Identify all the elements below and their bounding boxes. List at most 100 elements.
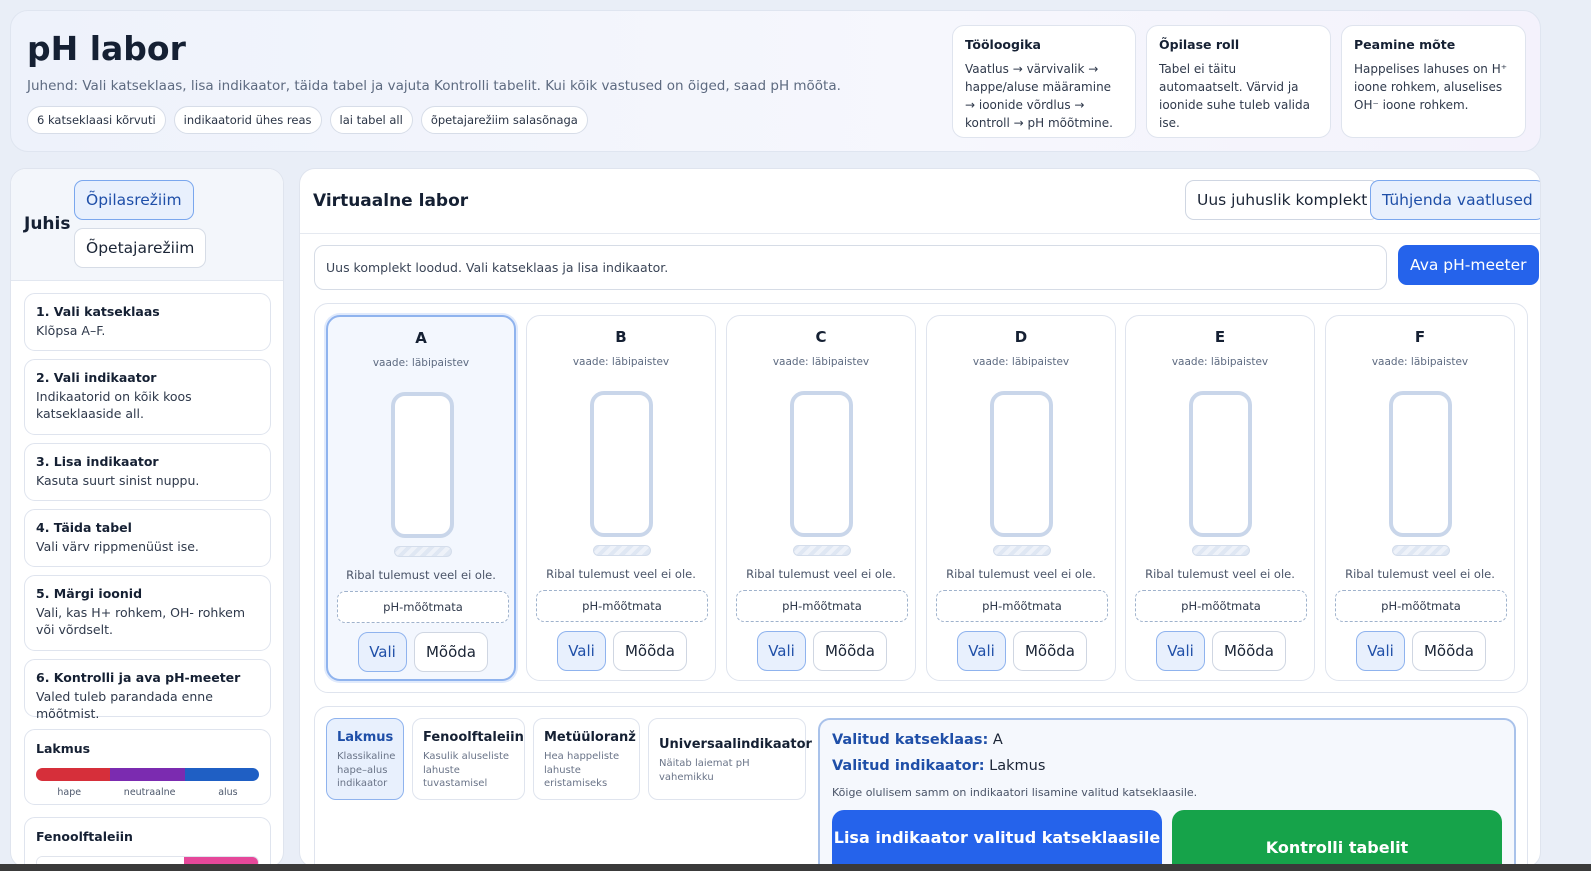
phenolphthalein-scale-card: Fenoolftaleiin <box>24 817 271 867</box>
chip: 6 katseklaasi kõrvuti <box>27 106 166 134</box>
scale-title: Lakmus <box>36 741 91 756</box>
measure-button[interactable]: Mõõda <box>813 631 887 671</box>
measure-button[interactable]: Mõõda <box>1212 631 1286 671</box>
teacher-mode-button[interactable]: Õpetajarežiim <box>74 228 207 268</box>
info-card-body: Happelises lahuses on H⁺ ioone rohkem, a… <box>1354 62 1508 112</box>
instructions-text: Juhend: Vali katseklaas, lisa indikaator… <box>27 78 841 94</box>
lab-title: Virtuaalne labor <box>313 191 469 211</box>
info-card-title: Õpilase roll <box>1159 37 1240 52</box>
selected-indicator-label: Valitud indikaator: <box>832 758 985 774</box>
test-tube-icon <box>990 391 1053 537</box>
strip-note: Ribal tulemust veel ei ole. <box>1345 567 1495 581</box>
ph-readout: pH-mõõtmata <box>936 590 1108 622</box>
step-card: 4. Täida tabel Vali värv rippmenüüst ise… <box>24 509 271 567</box>
tube-letter: B <box>615 328 627 346</box>
selected-indicator-line: Valitud indikaator: Lakmus <box>832 758 1045 774</box>
test-tube-card-a[interactable]: A vaade: läbipaistev Ribal tulemust veel… <box>326 315 516 681</box>
chip: lai tabel all <box>329 106 413 134</box>
indicator-name: Fenoolftaleiin <box>423 730 524 745</box>
tube-letter: C <box>815 328 827 346</box>
chip: õpetajarežiim salasõnaga <box>420 106 588 134</box>
indicator-option-litmus[interactable]: Lakmus Klassikaline hape–alus indikaator <box>326 718 404 800</box>
measure-button[interactable]: Mõõda <box>414 632 488 672</box>
test-tube-card-d[interactable]: D vaade: läbipaistev Ribal tulemust veel… <box>926 315 1116 681</box>
select-tube-button[interactable]: Vali <box>358 632 407 672</box>
step-body: Klõpsa A–F. <box>36 323 106 338</box>
test-tube-icon <box>391 392 454 538</box>
select-tube-button[interactable]: Vali <box>757 631 806 671</box>
strip-note: Ribal tulemust veel ei ole. <box>546 567 696 581</box>
neutral-color <box>110 768 185 781</box>
indicator-strip <box>1392 545 1450 556</box>
tube-letter: F <box>1414 328 1426 346</box>
step-title: 5. Märgi ioonid <box>36 586 143 601</box>
strip-note: Ribal tulemust veel ei ole. <box>346 568 496 582</box>
measure-button[interactable]: Mõõda <box>1013 631 1087 671</box>
indicator-strip <box>793 545 851 556</box>
indicator-desc: Näitab laiemat pH vahemikku <box>659 758 750 783</box>
strip-note: Ribal tulemust veel ei ole. <box>946 567 1096 581</box>
page-title: pH labor <box>27 29 186 68</box>
measure-button[interactable]: Mõõda <box>1412 631 1486 671</box>
scale-labels: hape neutraalne alus <box>36 787 259 798</box>
indicator-strip <box>394 546 452 557</box>
tube-letter: A <box>415 329 427 347</box>
app-header: pH labor Juhend: Vali katseklaas, lisa i… <box>10 10 1541 152</box>
tube-view: vaade: läbipaistev <box>1171 356 1269 368</box>
clear-observations-button[interactable]: Tühjenda vaatlused <box>1370 180 1540 220</box>
step-body: Indikaatorid on kõik koos katseklaaside … <box>36 389 192 421</box>
step-body: Kasuta suurt sinist nuppu. <box>36 473 200 488</box>
info-card-main-idea: Peamine mõte Happelises lahuses on H⁺ io… <box>1341 25 1526 138</box>
tube-letter: E <box>1214 328 1226 346</box>
select-tube-button[interactable]: Vali <box>957 631 1006 671</box>
step-card: 2. Vali indikaator Indikaatorid on kõik … <box>24 359 271 435</box>
indicator-option-phenolphthalein[interactable]: Fenoolftaleiin Kasulik aluseliste lahust… <box>412 718 525 800</box>
step-title: 4. Täida tabel <box>36 520 132 535</box>
scale-label-acid: hape <box>57 787 82 798</box>
tube-letter: D <box>1014 328 1028 346</box>
select-tube-button[interactable]: Vali <box>1356 631 1405 671</box>
info-card-body: Tabel ei täitu automaatselt. Värvid ja i… <box>1159 62 1310 130</box>
ph-readout: pH-mõõtmata <box>1335 590 1507 622</box>
student-mode-button[interactable]: Õpilasrežiim <box>74 180 194 220</box>
indicator-name: Metüüloranž <box>544 730 636 745</box>
strip-note: Ribal tulemust veel ei ole. <box>746 567 896 581</box>
indicator-desc: Klassikaline hape–alus indikaator <box>337 751 396 789</box>
step-body: Vali, kas H+ rohkem, OH- rohkem või võrd… <box>36 605 246 637</box>
acid-color <box>36 768 111 781</box>
indicator-desc: Hea happeliste lahuste eristamiseks <box>544 751 620 789</box>
open-ph-meter-button[interactable]: Ava pH-meeter <box>1398 245 1539 285</box>
step-title: 3. Lisa indikaator <box>36 454 159 469</box>
measure-button[interactable]: Mõõda <box>613 631 687 671</box>
info-card-title: Peamine mõte <box>1354 37 1456 52</box>
indicator-option-universal[interactable]: Universaalindikaator Näitab laiemat pH v… <box>648 718 812 800</box>
test-tube-icon <box>1189 391 1252 537</box>
select-tube-button[interactable]: Vali <box>557 631 606 671</box>
indicator-name: Universaalindikaator <box>659 737 812 752</box>
check-table-button[interactable]: Kontrolli tabelit <box>1172 810 1502 867</box>
test-tube-icon <box>790 391 853 537</box>
info-card-title: Tööloogika <box>965 37 1041 52</box>
add-indicator-button[interactable]: Lisa indikaator valitud katseklaasile <box>832 810 1162 867</box>
test-tube-card-b[interactable]: B vaade: läbipaistev Ribal tulemust veel… <box>526 315 716 681</box>
select-tube-button[interactable]: Vali <box>1156 631 1205 671</box>
scale-label-neutral: neutraalne <box>123 787 176 798</box>
indicator-option-methyl-orange[interactable]: Metüüloranž Hea happeliste lahuste erist… <box>533 718 640 800</box>
new-random-set-button[interactable]: Uus juhuslik komplekt <box>1185 180 1380 220</box>
selected-indicator-value: Lakmus <box>989 758 1046 774</box>
selection-panel: Valitud katseklaas: A Valitud indikaator… <box>818 718 1516 867</box>
sidebar-header: Juhis Õpilasrežiim Õpetajarežiim <box>11 169 283 281</box>
test-tube-icon <box>590 391 653 537</box>
sidebar: Juhis Õpilasrežiim Õpetajarežiim 1. Vali… <box>10 168 284 868</box>
info-card-workflow: Tööloogika Vaatlus → värvivalik → happe/… <box>952 25 1136 138</box>
test-tube-card-e[interactable]: E vaade: läbipaistev Ribal tulemust veel… <box>1125 315 1315 681</box>
base-color <box>184 768 259 781</box>
step-title: 1. Vali katseklaas <box>36 304 160 319</box>
info-card-body: Vaatlus → värvivalik → happe/aluse määra… <box>965 62 1113 130</box>
test-tubes-panel: A vaade: läbipaistev Ribal tulemust veel… <box>314 303 1528 693</box>
test-tube-card-c[interactable]: C vaade: läbipaistev Ribal tulemust veel… <box>726 315 916 681</box>
virtual-lab-panel: Virtuaalne labor Uus juhuslik komplekt T… <box>299 168 1541 868</box>
test-tube-card-f[interactable]: F vaade: läbipaistev Ribal tulemust veel… <box>1325 315 1515 681</box>
lab-header: Virtuaalne labor Uus juhuslik komplekt T… <box>300 169 1540 234</box>
tube-view: vaade: läbipaistev <box>572 356 670 368</box>
